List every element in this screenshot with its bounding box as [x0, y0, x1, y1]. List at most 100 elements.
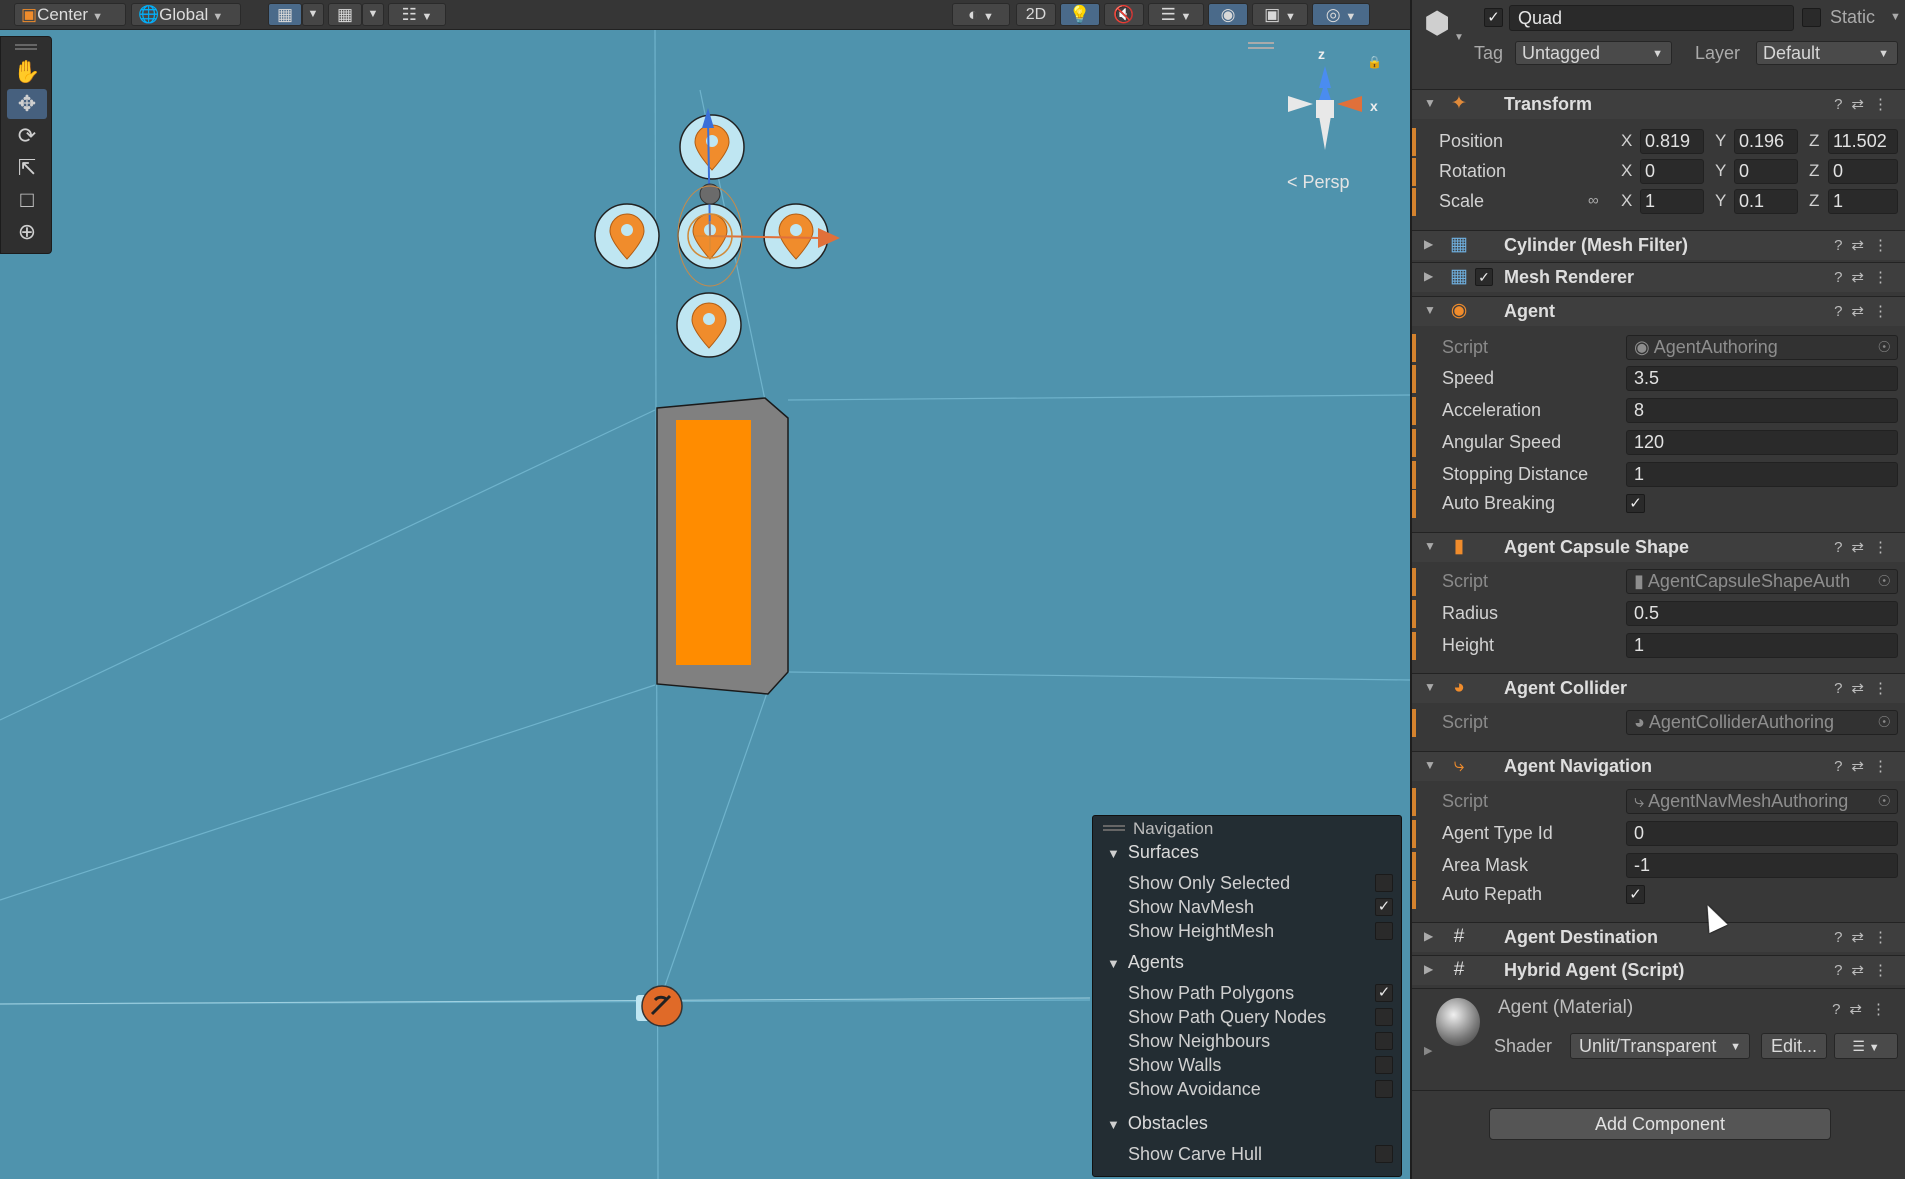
component-agent[interactable]: ▼ ◉ Agent ?⇄⋮ [1412, 296, 1905, 326]
grid-visibility-icon[interactable]: ▦ [328, 3, 362, 26]
effects-icon[interactable]: ☰ ▼ [1148, 3, 1204, 26]
rotation-y-field[interactable]: 0 [1734, 159, 1798, 184]
material-list-dropdown[interactable]: ☰ ▼ [1834, 1033, 1898, 1059]
toggle-show-navmesh[interactable]: Show NavMesh ✓ [1128, 895, 1393, 919]
component-mesh-filter[interactable]: ▶ ▦ Cylinder (Mesh Filter) ?⇄⋮ [1412, 230, 1905, 260]
radius-field[interactable]: 0.5 [1626, 601, 1898, 626]
position-z-field[interactable]: 11.502 [1828, 129, 1898, 154]
move-tool-icon[interactable]: ✥ [7, 89, 47, 119]
draw-mode-icon[interactable]: ◐ ▼ [952, 3, 1010, 26]
audio-icon[interactable]: 🔇 [1104, 3, 1144, 26]
rotation-x-field[interactable]: 0 [1640, 159, 1704, 184]
object-picker-icon[interactable]: ☉ [1878, 336, 1891, 359]
checkbox[interactable] [1375, 874, 1393, 892]
component-agent-navigation[interactable]: ▼ ⤷ Agent Navigation ?⇄⋮ [1412, 751, 1905, 781]
static-checkbox[interactable] [1802, 8, 1821, 27]
component-agent-capsule-shape[interactable]: ▼ ▮ Agent Capsule Shape ?⇄⋮ [1412, 532, 1905, 562]
chevron-down-icon[interactable]: ▼ [302, 3, 324, 26]
component-header-buttons[interactable]: ?⇄⋮ [1834, 757, 1897, 775]
checkbox[interactable] [1375, 1056, 1393, 1074]
toggle-show-walls[interactable]: Show Walls [1128, 1053, 1393, 1077]
script-field[interactable]: ◕ AgentColliderAuthoring ☉ [1626, 710, 1898, 735]
scene-menu-grip[interactable] [1248, 42, 1274, 49]
chevron-down-icon[interactable]: ▼ [1454, 32, 1464, 43]
angular-speed-field[interactable]: 120 [1626, 430, 1898, 455]
script-field[interactable]: ◉ AgentAuthoring ☉ [1626, 335, 1898, 360]
position-x-field[interactable]: 0.819 [1640, 129, 1704, 154]
script-field[interactable]: ▮ AgentCapsuleShapeAuth ☉ [1626, 569, 1898, 594]
object-name-field[interactable]: Quad [1509, 5, 1794, 31]
layer-dropdown[interactable]: Default ▼ [1756, 41, 1898, 65]
component-header-buttons[interactable]: ?⇄⋮ [1834, 928, 1897, 946]
transform-tool-icon[interactable]: ⊕ [7, 217, 47, 247]
grid-snap-icon[interactable]: ▦ [268, 3, 302, 26]
toggle-show-only-selected[interactable]: Show Only Selected [1128, 871, 1393, 895]
area-mask-field[interactable]: -1 [1626, 853, 1898, 878]
component-transform[interactable]: ▼ ✦ Transform ?⇄⋮ [1412, 89, 1905, 119]
auto-breaking-checkbox[interactable]: ✓ [1626, 494, 1645, 513]
lighting-icon[interactable]: 💡 [1060, 3, 1100, 26]
tag-dropdown[interactable]: Untagged ▼ [1515, 41, 1672, 65]
edit-shader-button[interactable]: Edit... [1761, 1033, 1827, 1059]
checkbox-checked[interactable]: ✓ [1375, 898, 1393, 916]
hidden-objects-icon[interactable]: ◉ [1208, 3, 1248, 26]
section-agents[interactable]: ▼ Agents [1107, 952, 1184, 973]
triangle-right-icon[interactable]: ▶ [1424, 1044, 1432, 1057]
object-picker-icon[interactable]: ☉ [1878, 711, 1891, 734]
toggle-2d-button[interactable]: 2D [1016, 3, 1056, 26]
camera-icon[interactable]: ▣ ▼ [1252, 3, 1308, 26]
component-header-buttons[interactable]: ?⇄⋮ [1834, 236, 1897, 254]
lock-icon[interactable]: 🔒 [1367, 55, 1382, 69]
checkbox[interactable] [1375, 1080, 1393, 1098]
component-header-buttons[interactable]: ?⇄⋮ [1834, 95, 1897, 113]
section-obstacles[interactable]: ▼ Obstacles [1107, 1113, 1208, 1134]
toggle-show-path-polygons[interactable]: Show Path Polygons ✓ [1128, 981, 1393, 1005]
component-header-buttons[interactable]: ?⇄⋮ [1834, 302, 1897, 320]
increment-snap-icon[interactable]: ☷ ▼ [388, 3, 446, 26]
hand-tool-icon[interactable]: ✋ [7, 57, 47, 87]
projection-toggle[interactable]: < Persp [1287, 172, 1350, 193]
tools-grip[interactable] [15, 44, 37, 50]
component-agent-destination[interactable]: ▶ # Agent Destination ?⇄⋮ [1412, 922, 1905, 952]
checkbox-checked[interactable]: ✓ [1375, 984, 1393, 1002]
toggle-show-carve-hull[interactable]: Show Carve Hull [1128, 1142, 1393, 1166]
position-y-field[interactable]: 0.196 [1734, 129, 1798, 154]
component-mesh-renderer[interactable]: ▶ ▦ ✓ Mesh Renderer ?⇄⋮ [1412, 262, 1905, 292]
component-agent-collider[interactable]: ▼ ◕ Agent Collider ?⇄⋮ [1412, 673, 1905, 703]
material-header-buttons[interactable]: ?⇄⋮ [1832, 1000, 1895, 1018]
object-picker-icon[interactable]: ☉ [1878, 790, 1891, 813]
rotation-z-field[interactable]: 0 [1828, 159, 1898, 184]
rotate-tool-icon[interactable]: ⟳ [7, 121, 47, 151]
checkbox[interactable] [1375, 1145, 1393, 1163]
scale-z-field[interactable]: 1 [1828, 189, 1898, 214]
component-hybrid-agent[interactable]: ▶ # Hybrid Agent (Script) ?⇄⋮ [1412, 955, 1905, 985]
chevron-down-icon[interactable]: ▼ [362, 3, 384, 26]
scale-x-field[interactable]: 1 [1640, 189, 1704, 214]
checkbox[interactable] [1375, 1032, 1393, 1050]
speed-field[interactable]: 3.5 [1626, 366, 1898, 391]
checkbox[interactable] [1375, 1008, 1393, 1026]
section-surfaces[interactable]: ▼ Surfaces [1107, 842, 1199, 863]
scale-y-field[interactable]: 0.1 [1734, 189, 1798, 214]
active-checkbox[interactable]: ✓ [1484, 8, 1503, 27]
add-component-button[interactable]: Add Component [1489, 1108, 1831, 1140]
component-header-buttons[interactable]: ?⇄⋮ [1834, 268, 1897, 286]
pivot-mode-dropdown[interactable]: ▣Center ▼ [14, 3, 126, 26]
static-dropdown-icon[interactable]: ▼ [1890, 11, 1901, 23]
navigation-grip[interactable] [1103, 825, 1125, 831]
height-field[interactable]: 1 [1626, 633, 1898, 658]
toggle-show-path-query-nodes[interactable]: Show Path Query Nodes [1128, 1005, 1393, 1029]
component-header-buttons[interactable]: ?⇄⋮ [1834, 961, 1897, 979]
auto-repath-checkbox[interactable]: ✓ [1626, 885, 1645, 904]
toggle-show-heightmesh[interactable]: Show HeightMesh [1128, 919, 1393, 943]
pivot-rotation-dropdown[interactable]: 🌐Global ▼ [131, 3, 241, 26]
component-header-buttons[interactable]: ?⇄⋮ [1834, 679, 1897, 697]
link-icon[interactable]: ∞ [1588, 192, 1599, 209]
toggle-show-neighbours[interactable]: Show Neighbours [1128, 1029, 1393, 1053]
agent-type-id-field[interactable]: 0 [1626, 821, 1898, 846]
script-field[interactable]: ⤷ AgentNavMeshAuthoring ☉ [1626, 789, 1898, 814]
shader-dropdown[interactable]: Unlit/Transparent ▼ [1570, 1033, 1750, 1059]
enabled-checkbox[interactable]: ✓ [1475, 268, 1493, 286]
scale-tool-icon[interactable]: ⇱ [7, 153, 47, 183]
checkbox[interactable] [1375, 922, 1393, 940]
